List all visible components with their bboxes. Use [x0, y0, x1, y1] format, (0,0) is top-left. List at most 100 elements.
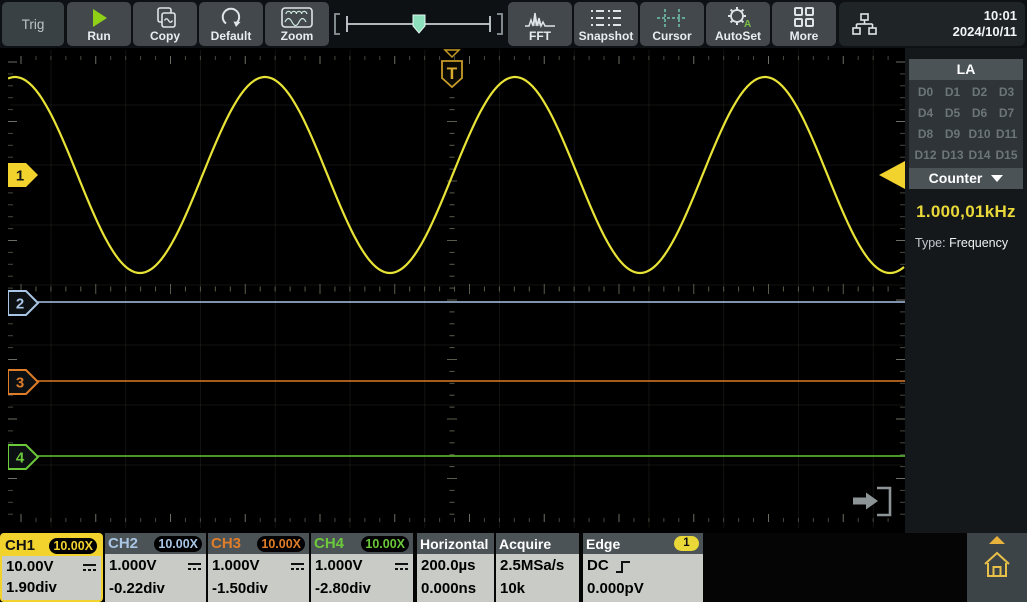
ch4-offset: -2.80div [315, 579, 371, 599]
la-channel-D1[interactable]: D1 [939, 85, 966, 99]
ch4-status-box[interactable]: CH4 10.00X 1.000V -2.80div [311, 533, 413, 602]
counter-header[interactable]: Counter [909, 168, 1023, 189]
acquire-status-box[interactable]: Acquire 2.5MSa/s 10k [496, 533, 579, 602]
la-digital-channels: D0D1D2D3 D4D5D6D7 D8D9D10D11 D12D13D14D15 [909, 80, 1023, 168]
la-channel-D2[interactable]: D2 [966, 85, 993, 99]
sample-rate-value: 2.5MSa/s [500, 556, 564, 576]
svg-text:1: 1 [16, 168, 24, 185]
la-channel-D9[interactable]: D9 [939, 127, 966, 141]
fft-label: FFT [529, 30, 551, 43]
ch4-scale: 1.000V [315, 556, 363, 576]
waveform-display: 1234T [8, 48, 905, 530]
ch1-position-marker[interactable]: 1 [8, 163, 38, 187]
counter-title: Counter [929, 168, 983, 189]
horizontal-title: Horizontal [420, 536, 488, 552]
svg-text:3: 3 [16, 375, 24, 392]
ch1-scale: 10.00V [6, 557, 54, 577]
la-channel-D6[interactable]: D6 [966, 106, 993, 120]
trigger-coupling: DC [587, 556, 609, 576]
counter-type-value: Frequency [949, 236, 1008, 250]
la-panel-header[interactable]: LA [909, 59, 1023, 80]
trigger-level-value: 0.000pV [587, 579, 644, 599]
corner-panel [967, 533, 1027, 602]
default-button[interactable]: Default [199, 2, 263, 46]
copy-label: Copy [150, 30, 180, 43]
snapshot-label: Snapshot [579, 30, 634, 43]
memory-depth-value: 10k [500, 579, 525, 599]
reset-icon [219, 7, 243, 28]
ch4-probe-badge: 10.00X [361, 536, 409, 552]
ch1-name: CH1 [5, 537, 35, 554]
ch1-trace [8, 77, 904, 273]
ch1-status-box[interactable]: CH1 10.00X 10.00V 1.90div [0, 533, 103, 602]
la-channel-D8[interactable]: D8 [912, 127, 939, 141]
la-channel-D5[interactable]: D5 [939, 106, 966, 120]
ch2-probe-badge: 10.00X [154, 536, 202, 552]
play-icon [88, 8, 110, 28]
la-channel-D0[interactable]: D0 [912, 85, 939, 99]
cursor-crosshair-icon [656, 8, 688, 28]
chevron-down-icon [991, 175, 1003, 182]
autoset-gear-icon: A [725, 6, 751, 28]
la-channel-D3[interactable]: D3 [993, 85, 1020, 99]
horizontal-status-box[interactable]: Horizontal 200.0µs 0.000ns [417, 533, 494, 602]
top-toolbar: Trig Run Copy Default [0, 0, 1027, 48]
chevron-up-icon[interactable] [989, 536, 1005, 544]
la-channel-D7[interactable]: D7 [993, 106, 1020, 120]
ch3-scale: 1.000V [212, 556, 260, 576]
copy-button[interactable]: Copy [133, 2, 197, 46]
svg-text:2: 2 [16, 296, 24, 313]
copy-icon [152, 7, 178, 28]
run-label: Run [87, 30, 110, 43]
ch3-position-marker[interactable]: 3 [8, 370, 38, 394]
ch3-status-box[interactable]: CH3 10.00X 1.000V -1.50div [208, 533, 309, 602]
zoom-label: Zoom [281, 30, 314, 43]
ch2-status-box[interactable]: CH2 10.00X 1.000V -0.22div [105, 533, 206, 602]
cursor-button[interactable]: Cursor [640, 2, 704, 46]
ch2-scale: 1.000V [109, 556, 157, 576]
dc-coupling-icon [290, 561, 305, 572]
bottom-status-bar: CH1 10.00X 10.00V 1.90div CH2 10.00X 1.0… [0, 533, 1027, 602]
snapshot-list-icon [590, 8, 622, 28]
ch2-offset: -0.22div [109, 579, 165, 599]
ch3-probe-badge: 10.00X [257, 536, 305, 552]
cursor-label: Cursor [652, 30, 691, 43]
more-button[interactable]: More [772, 2, 836, 46]
autoset-button[interactable]: A AutoSet [706, 2, 770, 46]
ch3-name: CH3 [211, 535, 241, 552]
la-channel-D13[interactable]: D13 [939, 148, 966, 162]
la-channel-D14[interactable]: D14 [966, 148, 993, 162]
trigger-position-slider[interactable] [330, 0, 507, 48]
clock-date: 2024/10/11 [953, 24, 1017, 40]
la-title: LA [957, 59, 976, 80]
ch1-probe-badge: 10.00X [49, 538, 97, 554]
fft-spectrum-icon [524, 7, 556, 28]
clock-block[interactable]: 10:01 2024/10/11 [839, 2, 1025, 46]
la-channel-D11[interactable]: D11 [993, 127, 1020, 141]
la-channel-D15[interactable]: D15 [993, 148, 1020, 162]
trigger-source-badge: 1 [674, 536, 699, 551]
right-sidebar: LA D0D1D2D3 D4D5D6D7 D8D9D10D11 D12D13D14D1… [905, 48, 1027, 533]
dc-coupling-icon [394, 561, 409, 572]
run-button[interactable]: Run [67, 2, 131, 46]
waveform-export-icon[interactable] [853, 488, 890, 515]
home-icon[interactable] [982, 551, 1012, 579]
trig-button[interactable]: Trig [2, 2, 64, 46]
la-channel-D4[interactable]: D4 [912, 106, 939, 120]
la-channel-D10[interactable]: D10 [966, 127, 993, 141]
autoset-label: AutoSet [715, 30, 761, 43]
more-grid-icon [793, 7, 815, 28]
la-channel-D12[interactable]: D12 [912, 148, 939, 162]
timebase-value: 200.0µs [421, 556, 476, 576]
zoom-waveform-icon [281, 7, 313, 28]
ch2-name: CH2 [108, 535, 138, 552]
clock-time: 10:01 [953, 8, 1017, 24]
snapshot-button[interactable]: Snapshot [574, 2, 638, 46]
ch2-position-marker[interactable]: 2 [8, 291, 38, 315]
counter-type: Type: Frequency [915, 236, 1027, 250]
fft-button[interactable]: FFT [508, 2, 572, 46]
trigger-time-marker[interactable]: T [442, 50, 462, 87]
horizontal-delay-value: 0.000ns [421, 579, 476, 599]
trigger-status-box[interactable]: Edge 1 DC 0.000pV [583, 533, 703, 602]
zoom-button[interactable]: Zoom [265, 2, 329, 46]
